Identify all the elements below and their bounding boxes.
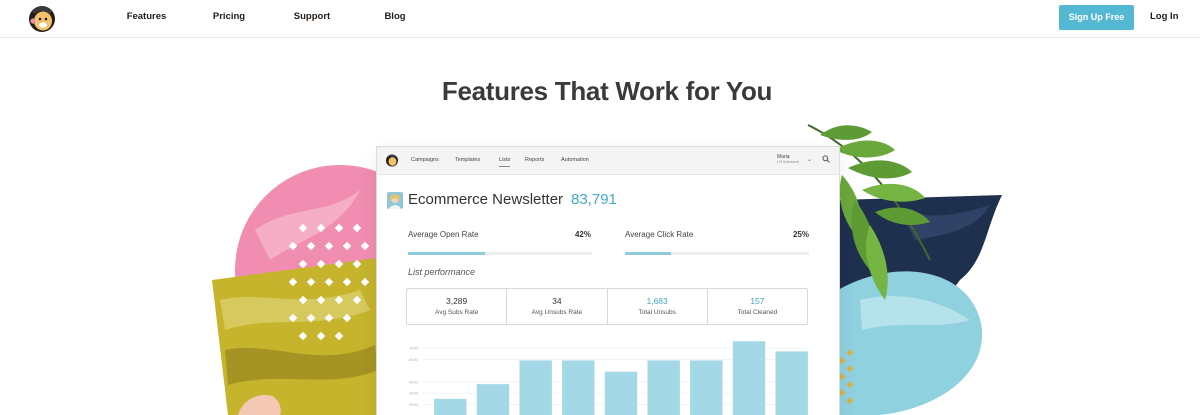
chart-bar xyxy=(562,360,595,415)
stat-value: 34 xyxy=(552,296,562,306)
open-rate-label: Average Open Rate xyxy=(408,230,479,239)
open-rate-bar xyxy=(408,252,592,255)
stat-label: Total Cleaned xyxy=(737,309,778,316)
stat-value: 157 xyxy=(750,296,765,306)
chart-ytick-label: 6000 xyxy=(409,357,419,362)
chart-ytick-label: 3000 xyxy=(409,391,419,396)
app-tab-reports: Reports xyxy=(525,157,545,163)
app-preview-window: Campaigns Templates Lists Reports Automa… xyxy=(377,147,839,415)
stat-avg-subs-rate: 3,289 Avg Subs Rate xyxy=(407,289,508,324)
stat-value: 3,289 xyxy=(445,296,468,306)
open-rate-bar-fill xyxy=(408,252,486,255)
app-user-menu: Maria (+5 Someone) xyxy=(777,154,799,164)
click-rate-label: Average Click Rate xyxy=(625,230,694,239)
mailchimp-logo-icon[interactable] xyxy=(26,2,58,34)
app-tab-lists: Lists xyxy=(499,157,511,167)
click-rate-bar xyxy=(625,252,809,255)
list-avatar xyxy=(387,192,403,209)
chart-ytick-label: 2000 xyxy=(409,402,419,407)
list-title: Ecommerce Newsletter xyxy=(408,191,564,208)
stat-total-unsubs: 1,683 Total Unsubs xyxy=(608,289,708,324)
stats-row: 3,289 Avg Subs Rate 34 Avg Unsubs Rate 1… xyxy=(406,288,808,325)
chart-ytick-label: 4000 xyxy=(409,379,419,384)
app-navigation-bar: Campaigns Templates Lists Reports Automa… xyxy=(377,147,839,175)
nav-link-support[interactable]: Support xyxy=(282,0,342,37)
stat-label: Total Unsubs xyxy=(638,309,676,316)
chart-bar xyxy=(434,398,467,415)
chart-ytick-label: 7000 xyxy=(409,346,419,351)
chart-bar xyxy=(775,351,808,415)
chart-bar xyxy=(732,341,766,415)
list-subscriber-count: 83,791 xyxy=(571,191,617,208)
sign-up-free-button[interactable]: Sign Up Free xyxy=(1059,5,1134,30)
search-icon xyxy=(822,155,830,163)
log-in-link[interactable]: Log In xyxy=(1150,0,1179,34)
page-headline: Features That Work for You xyxy=(441,76,773,106)
app-logo-icon xyxy=(386,154,398,167)
chart-bar xyxy=(519,360,552,415)
stat-total-cleaned: 157 Total Cleaned xyxy=(708,289,807,324)
nav-link-features[interactable]: Features xyxy=(117,0,176,37)
click-rate-value: 25% xyxy=(792,230,809,239)
chevron-down-icon: ⌄ xyxy=(807,157,813,163)
app-tab-templates: Templates xyxy=(455,157,481,163)
stat-value: 1,683 xyxy=(646,296,668,306)
app-user-subtitle: (+5 Someone) xyxy=(777,160,800,164)
chart-bar xyxy=(690,360,723,415)
app-tab-campaigns: Campaigns xyxy=(411,157,439,163)
nav-link-pricing[interactable]: Pricing xyxy=(200,0,258,37)
list-performance-label: List performance xyxy=(408,267,476,277)
open-rate-value: 42% xyxy=(574,230,591,239)
app-tab-automation: Automation xyxy=(561,157,589,163)
chart-bar xyxy=(647,360,680,415)
stat-label: Avg Subs Rate xyxy=(435,309,479,316)
click-rate-bar-fill xyxy=(625,252,671,255)
top-navigation: Features Pricing Support Blog Sign Up Fr… xyxy=(0,0,1200,38)
nav-link-blog[interactable]: Blog xyxy=(372,0,418,37)
stat-avg-unsubs-rate: 34 Avg Unsubs Rate xyxy=(507,289,608,324)
performance-bar-chart: 7000 6000 4000 3000 2000 xyxy=(409,341,808,415)
teal-paint-shape xyxy=(838,271,983,415)
stat-label: Avg Unsubs Rate xyxy=(531,309,583,316)
chart-bar xyxy=(604,371,638,415)
chart-bar xyxy=(476,384,510,415)
